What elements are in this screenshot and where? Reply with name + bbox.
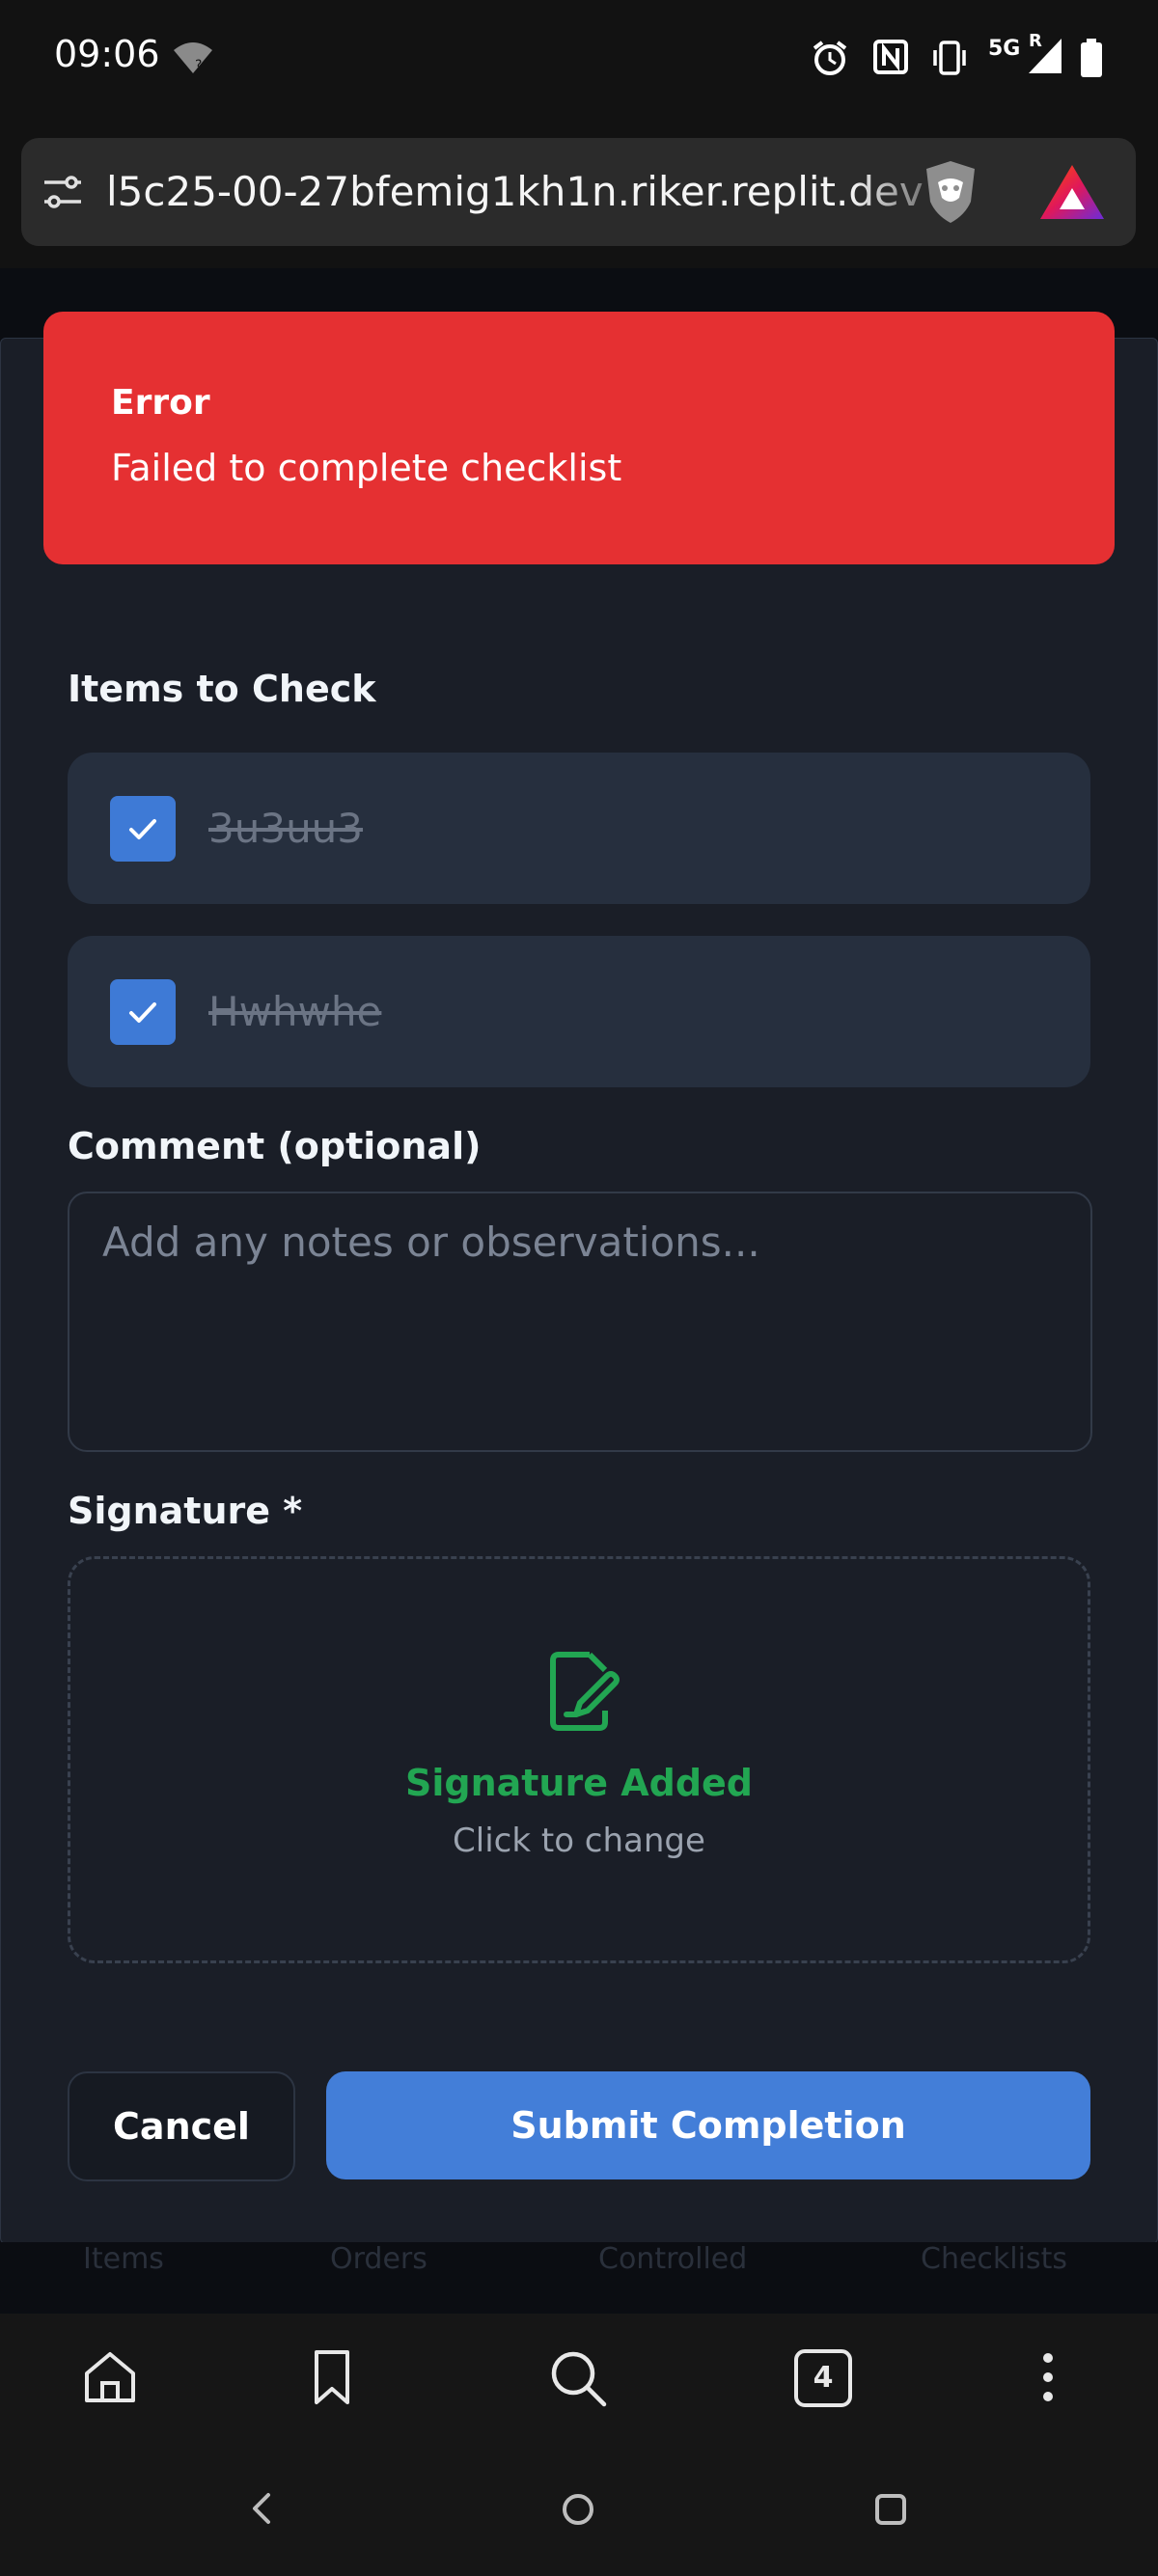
background-tab-bar: Items Orders Controlled Checklists bbox=[0, 2242, 1158, 2314]
signal-icon bbox=[1027, 37, 1063, 73]
toast-title: Error bbox=[111, 383, 210, 423]
home-circle-icon[interactable] bbox=[560, 2491, 596, 2532]
submit-completion-button[interactable]: Submit Completion bbox=[326, 2071, 1090, 2179]
error-toast: Error Failed to complete checklist bbox=[43, 312, 1115, 564]
background-tab-checklists: Checklists bbox=[921, 2242, 1067, 2276]
brave-shield-icon[interactable] bbox=[917, 157, 984, 231]
background-tab-items: Items bbox=[83, 2242, 164, 2276]
comment-label: Comment (optional) bbox=[68, 1125, 482, 1167]
wifi-icon: ? bbox=[172, 41, 214, 77]
site-settings-icon[interactable] bbox=[41, 171, 85, 217]
network-type: 5G bbox=[988, 37, 1021, 61]
signature-label: Signature * bbox=[68, 1490, 303, 1532]
background-tab-controlled: Controlled bbox=[598, 2242, 748, 2276]
vibrate-icon bbox=[930, 39, 969, 75]
system-nav-bar bbox=[0, 2449, 1158, 2576]
more-icon[interactable] bbox=[1033, 2348, 1063, 2410]
brave-rewards-icon[interactable] bbox=[1038, 163, 1106, 225]
search-icon[interactable] bbox=[548, 2348, 610, 2414]
background-tab-orders: Orders bbox=[330, 2242, 427, 2276]
comment-field[interactable] bbox=[68, 1192, 1092, 1452]
check-icon bbox=[129, 1002, 156, 1023]
svg-text:?: ? bbox=[195, 58, 202, 73]
checkbox-checked[interactable] bbox=[110, 979, 176, 1045]
url-bar[interactable]: l5c25-00-27bfemig1kh1n.riker.replit.dev bbox=[21, 138, 1136, 246]
signature-pad[interactable]: Signature Added Click to change bbox=[68, 1556, 1090, 1963]
bookmark-icon[interactable] bbox=[305, 2348, 359, 2410]
nfc-icon bbox=[872, 39, 909, 75]
checkbox-checked[interactable] bbox=[110, 796, 176, 862]
browser-toolbar: 4 bbox=[0, 2314, 1158, 2449]
checklist-item-label: 3u3uu3 bbox=[208, 805, 364, 852]
checklist-item-label: Hwhwhe bbox=[208, 988, 382, 1035]
signature-icon bbox=[547, 1651, 624, 1738]
signature-hint: Click to change bbox=[453, 1822, 705, 1860]
status-bar: 09:06 ? 5G R bbox=[0, 0, 1158, 120]
comment-textarea[interactable] bbox=[69, 1193, 1090, 1450]
tab-count: 4 bbox=[813, 2361, 834, 2395]
items-heading: Items to Check bbox=[68, 668, 376, 710]
checklist-item[interactable]: 3u3uu3 bbox=[68, 753, 1090, 904]
alarm-icon bbox=[811, 39, 849, 75]
recents-icon[interactable] bbox=[872, 2491, 909, 2532]
tabs-icon[interactable]: 4 bbox=[793, 2348, 853, 2412]
check-icon bbox=[129, 819, 156, 839]
url-text[interactable]: l5c25-00-27bfemig1kh1n.riker.replit.dev bbox=[106, 138, 926, 246]
battery-icon bbox=[1079, 39, 1104, 77]
home-icon[interactable] bbox=[81, 2348, 139, 2410]
signature-status: Signature Added bbox=[404, 1762, 754, 1804]
clock: 09:06 bbox=[54, 33, 160, 75]
checklist-item[interactable]: Hwhwhe bbox=[68, 936, 1090, 1087]
cancel-button[interactable]: Cancel bbox=[68, 2071, 295, 2181]
toast-message: Failed to complete checklist bbox=[111, 447, 622, 489]
back-icon[interactable] bbox=[247, 2489, 276, 2532]
